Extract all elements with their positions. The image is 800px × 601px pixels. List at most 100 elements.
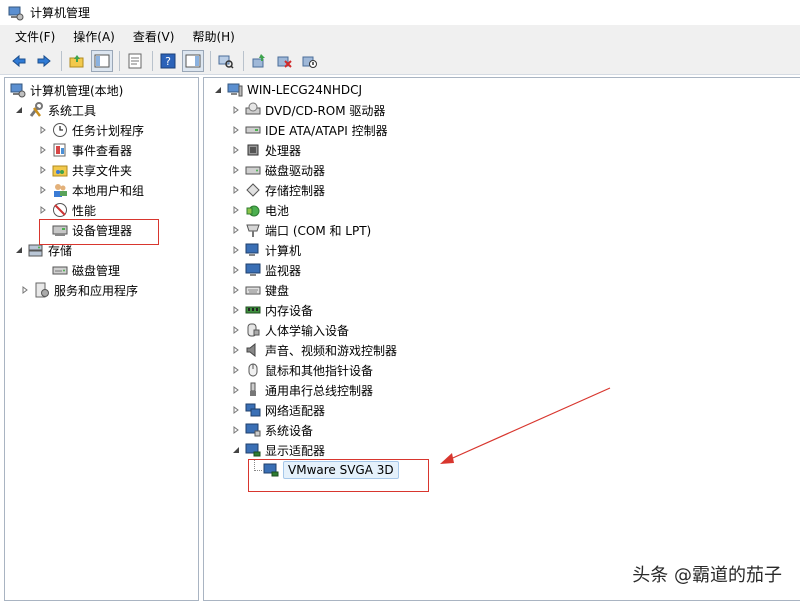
tree-item-local-users-groups[interactable]: 本地用户和组 [37, 180, 144, 200]
watermark: 头条 @霸道的茄子 [632, 565, 782, 586]
system-device-icon [244, 422, 261, 439]
collapsed-triangle-icon[interactable] [230, 144, 242, 156]
collapsed-triangle-icon[interactable] [37, 124, 49, 136]
menu-view[interactable]: 查看(V) [124, 26, 184, 47]
device-category-storage-controllers[interactable]: 存储控制器 [230, 180, 325, 200]
tree-item-computer-management[interactable]: 计算机管理(本地) [9, 80, 123, 100]
update-driver-icon[interactable] [248, 50, 270, 72]
collapsed-triangle-icon[interactable] [230, 104, 242, 116]
scan-hardware-icon[interactable] [215, 50, 237, 72]
expanded-triangle-icon[interactable] [13, 104, 25, 116]
collapsed-triangle-icon[interactable] [230, 124, 242, 136]
device-category-battery[interactable]: 电池 [230, 200, 289, 220]
device-category-network[interactable]: 网络适配器 [230, 400, 325, 420]
device-category-sound[interactable]: 声音、视频和游戏控制器 [230, 340, 397, 360]
tree-label: 系统设备 [265, 423, 314, 438]
collapsed-triangle-icon[interactable] [230, 404, 242, 416]
tree-label: 人体学输入设备 [265, 323, 350, 338]
tree-label: 磁盘驱动器 [265, 163, 326, 178]
dvd-drive-icon [244, 102, 261, 119]
tree-label: 处理器 [265, 143, 302, 158]
collapsed-triangle-icon[interactable] [230, 364, 242, 376]
computer-management-icon [8, 5, 24, 21]
tree-item-system-tools[interactable]: 系统工具 [13, 100, 96, 120]
window-title: 计算机管理 [30, 6, 91, 20]
device-category-computer[interactable]: 计算机 [230, 240, 301, 260]
show-hide-tree-icon[interactable] [91, 49, 113, 72]
collapsed-triangle-icon[interactable] [230, 424, 242, 436]
expanded-triangle-icon[interactable] [212, 84, 224, 96]
collapsed-triangle-icon[interactable] [230, 344, 242, 356]
disable-device-icon[interactable] [298, 50, 320, 72]
collapsed-triangle-icon[interactable] [37, 164, 49, 176]
tree-label: 存储控制器 [265, 183, 326, 198]
forward-arrow-icon[interactable] [33, 50, 55, 72]
collapsed-triangle-icon[interactable] [230, 384, 242, 396]
up-folder-icon[interactable] [66, 50, 88, 72]
device-category-display-adapters[interactable]: 显示适配器 [230, 440, 325, 460]
uninstall-device-icon[interactable] [273, 50, 295, 72]
device-category-keyboards[interactable]: 键盘 [230, 280, 289, 300]
battery-icon [244, 202, 261, 219]
collapsed-triangle-icon[interactable] [230, 164, 242, 176]
tree-label: 磁盘管理 [72, 263, 121, 278]
collapsed-triangle-icon[interactable] [230, 224, 242, 236]
collapsed-triangle-icon[interactable] [230, 284, 242, 296]
tree-label: 存储 [48, 243, 73, 258]
device-category-hid[interactable]: 人体学输入设备 [230, 320, 349, 340]
tree-item-shared-folders[interactable]: 共享文件夹 [37, 160, 132, 180]
device-category-monitors[interactable]: 监视器 [230, 260, 301, 280]
menu-action[interactable]: 操作(A) [64, 26, 124, 47]
collapsed-triangle-icon[interactable] [230, 204, 242, 216]
tree-item-performance[interactable]: 性能 [37, 200, 96, 220]
tree-label: 共享文件夹 [72, 163, 133, 178]
tree-label: 端口 (COM 和 LPT) [265, 223, 372, 238]
help-icon[interactable]: ? [157, 50, 179, 72]
device-category-system-devices[interactable]: 系统设备 [230, 420, 313, 440]
device-category-ide[interactable]: IDE ATA/ATAPI 控制器 [230, 120, 388, 140]
show-hide-action-pane-icon[interactable] [182, 49, 204, 72]
collapsed-triangle-icon[interactable] [230, 264, 242, 276]
back-arrow-icon[interactable] [8, 50, 30, 72]
expanded-triangle-icon[interactable] [13, 244, 25, 256]
menu-file[interactable]: 文件(F) [6, 26, 64, 47]
collapsed-triangle-icon[interactable] [37, 144, 49, 156]
tree-label: 事件查看器 [72, 143, 133, 158]
ide-controller-icon [244, 122, 261, 139]
collapsed-triangle-icon[interactable] [230, 324, 242, 336]
tree-item-storage[interactable]: 存储 [13, 240, 72, 260]
network-adapter-icon [244, 402, 261, 419]
device-category-memory[interactable]: 内存设备 [230, 300, 313, 320]
menu-help[interactable]: 帮助(H) [183, 26, 243, 47]
device-category-dvd[interactable]: DVD/CD-ROM 驱动器 [230, 100, 385, 120]
device-vmware-svga[interactable]: VMware SVGA 3D [262, 460, 399, 480]
collapsed-triangle-icon[interactable] [230, 304, 242, 316]
tree-item-computer-root[interactable]: WIN-LECG24NHDCJ [212, 80, 362, 100]
tree-item-device-manager[interactable]: 设备管理器 [51, 220, 132, 240]
tree-label: 通用串行总线控制器 [265, 383, 374, 398]
tree-label: DVD/CD-ROM 驱动器 [265, 103, 386, 118]
port-icon [244, 222, 261, 239]
toolbar-separator [119, 50, 120, 71]
tree-item-event-viewer[interactable]: 事件查看器 [37, 140, 132, 160]
tree-label: 任务计划程序 [72, 123, 145, 138]
device-category-disk-drives[interactable]: 磁盘驱动器 [230, 160, 325, 180]
collapsed-triangle-icon[interactable] [19, 284, 31, 296]
processor-icon [244, 142, 261, 159]
tree-label: 内存设备 [265, 303, 314, 318]
expanded-triangle-icon[interactable] [230, 444, 242, 456]
collapsed-triangle-icon[interactable] [230, 244, 242, 256]
collapsed-triangle-icon[interactable] [37, 184, 49, 196]
device-category-ports[interactable]: 端口 (COM 和 LPT) [230, 220, 371, 240]
computer-management-icon [9, 82, 26, 99]
tree-item-disk-management[interactable]: 磁盘管理 [51, 260, 120, 280]
collapsed-triangle-icon[interactable] [230, 184, 242, 196]
tree-item-services-applications[interactable]: 服务和应用程序 [19, 280, 138, 300]
device-category-mouse[interactable]: 鼠标和其他指针设备 [230, 360, 373, 380]
properties-icon[interactable] [124, 50, 146, 72]
device-category-usb[interactable]: 通用串行总线控制器 [230, 380, 373, 400]
device-category-processor[interactable]: 处理器 [230, 140, 301, 160]
collapsed-triangle-icon[interactable] [37, 204, 49, 216]
tree-item-task-scheduler[interactable]: 任务计划程序 [37, 120, 144, 140]
tree-label: 计算机管理(本地) [30, 83, 124, 98]
